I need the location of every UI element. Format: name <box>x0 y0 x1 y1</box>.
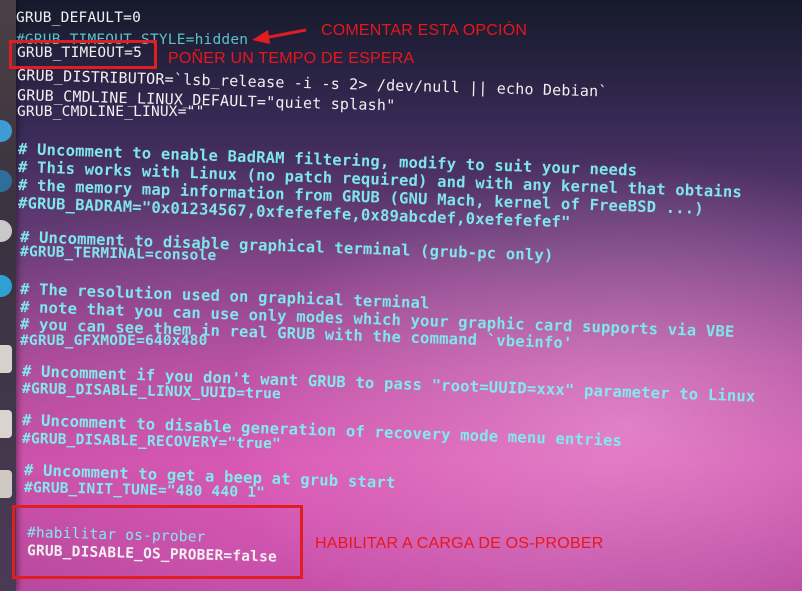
config-line-default: GRUB_DEFAULT=0 <box>16 10 142 26</box>
annotation-comment-option: COMENTAR ESTA OPCIÓN <box>321 22 528 39</box>
launcher-app-icon[interactable] <box>0 470 12 498</box>
launcher-app-icon[interactable] <box>0 170 12 192</box>
launcher-app-icon[interactable] <box>0 220 12 242</box>
launcher-app-icon[interactable] <box>0 120 12 142</box>
config-line-terminal: #GRUB_TERMINAL=console <box>19 244 217 265</box>
config-line-gfxmode: #GRUB_GFXMODE=640x480 <box>20 333 208 349</box>
arrow-icon <box>252 28 307 44</box>
annotation-set-timeout: POÑER UN TEMPO DE ESPERA <box>168 50 415 67</box>
launcher-app-icon[interactable] <box>0 410 12 438</box>
launcher-bar <box>0 0 16 591</box>
launcher-app-icon[interactable] <box>0 275 12 297</box>
annotation-enable-prober: HABILITAR A CARGA DE OS-PROBER <box>315 535 604 552</box>
config-line-cmdline: GRUB_CMDLINE_LINUX="" <box>17 104 205 120</box>
launcher-app-icon[interactable] <box>0 345 12 373</box>
highlight-box-os-prober <box>12 505 303 579</box>
highlight-box-timeout <box>9 40 157 69</box>
